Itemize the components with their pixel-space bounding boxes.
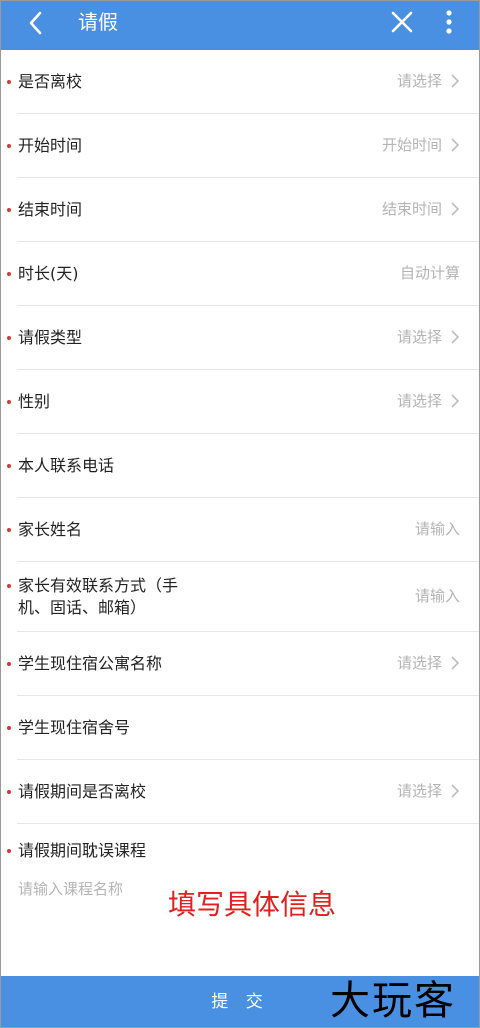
form-row: 本人联系电话	[0, 434, 480, 498]
select-field[interactable]: 开始时间	[382, 134, 460, 156]
required-dot	[7, 662, 11, 666]
chevron-right-icon	[451, 656, 460, 670]
select-field[interactable]: 请选择	[397, 70, 460, 92]
form-row-label-line: 机、固话、邮箱）	[18, 598, 147, 617]
field-placeholder: 请选择	[396, 654, 442, 672]
select-field[interactable]: 请选择	[397, 652, 460, 674]
chevron-right-icon	[451, 74, 460, 88]
required-dot	[7, 144, 11, 148]
form-row-label: 家长有效联系方式（手 机、固话、邮箱）	[18, 575, 178, 619]
form-row-label: 请假期间耽误课程	[18, 841, 147, 860]
required-dot	[7, 790, 11, 794]
select-field[interactable]: 请选择	[397, 390, 460, 412]
form-row-label: 请假类型	[18, 328, 83, 347]
required-dot	[7, 584, 11, 588]
field-placeholder: 请输入	[414, 587, 460, 605]
form-row[interactable]: 结束时间 结束时间	[0, 178, 480, 242]
form-row-label: 性别	[18, 392, 51, 411]
required-dot	[7, 208, 11, 212]
chevron-right-icon	[451, 138, 460, 152]
form-row[interactable]: 家长有效联系方式（手 机、固话、邮箱） 请输入	[0, 562, 480, 632]
form-row-label: 请假期间是否离校	[18, 782, 147, 801]
form-row: 时长(天) 自动计算	[0, 242, 480, 306]
field-placeholder: 请输入	[414, 520, 460, 538]
required-dot	[7, 849, 11, 853]
chevron-right-icon	[451, 394, 460, 408]
required-dot	[7, 272, 11, 276]
field-placeholder: 请选择	[396, 782, 442, 800]
form-row[interactable]: 家长姓名 请输入	[0, 498, 480, 562]
field-placeholder: 请选择	[396, 392, 442, 410]
form-row[interactable]: 是否离校 请选择	[0, 50, 480, 114]
required-dot	[7, 336, 11, 340]
more-vertical-icon[interactable]	[440, 8, 458, 38]
form-row: 学生现住宿舍号	[0, 696, 480, 760]
required-dot	[7, 464, 11, 468]
form-row-label: 是否离校	[18, 72, 83, 91]
page-title: 请假	[78, 10, 118, 34]
form-row-label-line: 家长有效联系方式（手	[18, 576, 179, 595]
form-row[interactable]: 请假期间是否离校 请选择	[0, 760, 480, 824]
field-placeholder: 自动计算	[399, 264, 460, 282]
chevron-right-icon	[451, 784, 460, 798]
chevron-right-icon	[451, 202, 460, 216]
form-row-label: 结束时间	[18, 200, 83, 219]
watermark-logo: 大玩客	[330, 978, 456, 1024]
form-row[interactable]: 请假类型 请选择	[0, 306, 480, 370]
form-row[interactable]: 性别 请选择	[0, 370, 480, 434]
select-field[interactable]: 请选择	[397, 326, 460, 348]
field-placeholder: 结束时间	[381, 200, 442, 218]
field-placeholder: 请选择	[396, 328, 442, 346]
form-row[interactable]: 学生现住宿公寓名称 请选择	[0, 632, 480, 696]
form-row[interactable]: 开始时间 开始时间	[0, 114, 480, 178]
course-input[interactable]: 请输入课程名称	[18, 878, 123, 899]
required-dot	[7, 528, 11, 532]
chevron-right-icon	[451, 330, 460, 344]
input-field[interactable]: 自动计算	[400, 262, 460, 284]
input-field[interactable]: 请输入	[415, 518, 460, 540]
close-icon[interactable]	[388, 8, 416, 36]
required-dot	[7, 400, 11, 404]
form-row-label: 开始时间	[18, 136, 83, 155]
form-row-label: 学生现住宿舍号	[18, 718, 131, 737]
form-row-label: 学生现住宿公寓名称	[18, 654, 163, 673]
required-dot	[7, 726, 11, 730]
form-row-label: 家长姓名	[18, 520, 83, 539]
select-field[interactable]: 请选择	[397, 780, 460, 802]
chevron-left-icon[interactable]	[22, 8, 52, 38]
top-app-bar: 请假	[0, 0, 480, 50]
select-field[interactable]: 结束时间	[382, 198, 460, 220]
input-field[interactable]: 请输入	[415, 585, 460, 607]
field-placeholder: 请选择	[396, 72, 442, 90]
required-dot	[7, 80, 11, 84]
annotation-text: 填写具体信息	[168, 888, 337, 921]
form-row-label: 时长(天)	[18, 264, 79, 283]
field-placeholder: 开始时间	[381, 136, 442, 154]
form-row-label: 本人联系电话	[18, 456, 115, 475]
